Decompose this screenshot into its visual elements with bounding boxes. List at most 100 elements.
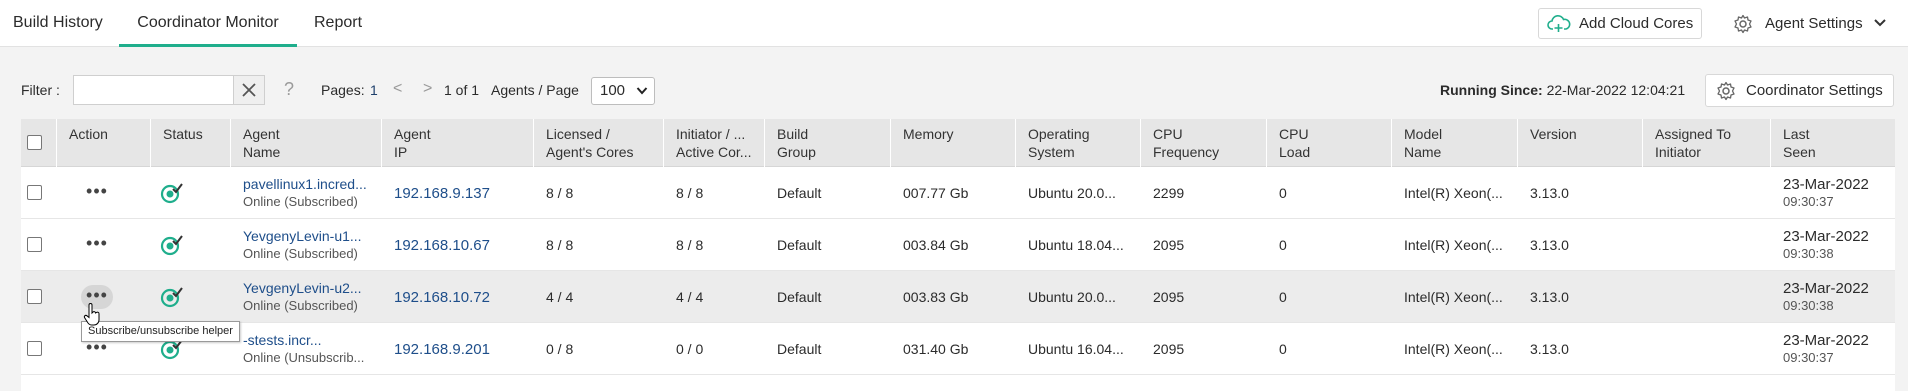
- freq-cell: 2095: [1141, 271, 1267, 323]
- table-row[interactable]: ••• -stests.incr... Online (Unsubscrib... 1…: [21, 323, 1895, 375]
- column-header-action[interactable]: Action: [57, 119, 151, 167]
- initiator-cell: 4 / 4: [664, 271, 765, 323]
- column-header-model-name[interactable]: Model Name: [1392, 119, 1518, 167]
- tab-coordinator-monitor[interactable]: Coordinator Monitor: [119, 0, 297, 47]
- last-seen-cell: 23-Mar-2022 09:30:37: [1771, 323, 1895, 375]
- row-checkbox[interactable]: [27, 237, 42, 252]
- os-cell: Ubuntu 18.04...: [1016, 219, 1141, 271]
- cell-version: 3.13.0: [1530, 289, 1569, 305]
- freq-cell: 2095: [1141, 323, 1267, 375]
- column-header-cpu-load[interactable]: CPU Load: [1267, 119, 1392, 167]
- agent-name-link[interactable]: pavellinux1.incred...: [243, 176, 367, 193]
- column-header-last-seen[interactable]: Last Seen: [1771, 119, 1895, 167]
- table-row[interactable]: ••• YevgenyLevin-u1... Online (Subscribed)…: [21, 219, 1895, 271]
- select-all-checkbox[interactable]: [27, 135, 42, 150]
- os-cell: Ubuntu 20.0...: [1016, 167, 1141, 219]
- column-header-version[interactable]: Version: [1518, 119, 1643, 167]
- coordinator-settings-button[interactable]: Coordinator Settings: [1705, 74, 1894, 107]
- current-page[interactable]: 1: [370, 82, 378, 98]
- column-header-agent-ip[interactable]: Agent IP: [382, 119, 534, 167]
- running-since-value: 22-Mar-2022 12:04:21: [1546, 82, 1686, 98]
- agents-per-page-select[interactable]: 100: [591, 77, 655, 105]
- table-row[interactable]: ••• pavellinux1.incred... Online (Subscrib…: [21, 167, 1895, 219]
- cell-ip[interactable]: 192.168.10.72: [394, 289, 490, 306]
- agent-name-link[interactable]: YevgenyLevin-u1...: [243, 228, 362, 245]
- column-header-initiator-cores[interactable]: Initiator / ... Active Cor...: [664, 119, 765, 167]
- cell-licensed: 8 / 8: [546, 237, 574, 253]
- cell-ip[interactable]: 192.168.9.201: [394, 341, 490, 358]
- add-cloud-cores-label: Add Cloud Cores: [1579, 15, 1694, 32]
- add-cloud-cores-button[interactable]: Add Cloud Cores: [1538, 8, 1702, 39]
- assigned-cell: [1643, 323, 1771, 375]
- row-checkbox[interactable]: [27, 289, 42, 304]
- next-page-button[interactable]: >: [423, 80, 432, 98]
- cell-load: 0: [1279, 289, 1287, 305]
- agent-name-link[interactable]: -stests.incr...: [243, 332, 322, 349]
- cell-version: 3.13.0: [1530, 341, 1569, 357]
- chevron-down-icon: [636, 87, 648, 95]
- ip-cell: 192.168.9.137: [382, 167, 534, 219]
- last-seen-date: 23-Mar-2022: [1783, 176, 1869, 193]
- os-cell: Ubuntu 16.04...: [1016, 323, 1141, 375]
- version-cell: 3.13.0: [1518, 271, 1643, 323]
- column-header-agent-name[interactable]: Agent Name: [231, 119, 382, 167]
- load-cell: 0: [1267, 323, 1392, 375]
- tab-build-history[interactable]: Build History: [13, 0, 103, 47]
- cell-licensed: 0 / 8: [546, 341, 574, 357]
- more-dots-icon[interactable]: •••: [81, 181, 113, 205]
- load-cell: 0: [1267, 167, 1392, 219]
- ip-cell: 192.168.9.201: [382, 323, 534, 375]
- coordinator-settings-label: Coordinator Settings: [1746, 82, 1883, 99]
- licensed-cell: 0 / 8: [534, 323, 664, 375]
- agent-state: Online (Unsubscrib...: [243, 350, 365, 365]
- cell-ip[interactable]: 192.168.9.137: [394, 185, 490, 202]
- agent-name-link[interactable]: YevgenyLevin-u2...: [243, 280, 362, 297]
- row-checkbox[interactable]: [27, 185, 42, 200]
- version-cell: 3.13.0: [1518, 219, 1643, 271]
- column-header-assigned-to-initiator[interactable]: Assigned To Initiator: [1643, 119, 1771, 167]
- column-header-operating-system[interactable]: Operating System: [1016, 119, 1141, 167]
- cell-os: Ubuntu 18.04...: [1028, 237, 1124, 253]
- licensed-cell: 8 / 8: [534, 167, 664, 219]
- cell-memory: 031.40 Gb: [903, 341, 969, 357]
- close-icon: [242, 83, 256, 97]
- model-cell: Intel(R) Xeon(...: [1392, 271, 1518, 323]
- table-header: Action Status Agent Name Agent IP Licens…: [21, 119, 1895, 167]
- cell-licensed: 4 / 4: [546, 289, 574, 305]
- tab-report[interactable]: Report: [314, 0, 362, 47]
- column-header-status[interactable]: Status: [151, 119, 231, 167]
- last-seen-cell: 23-Mar-2022 09:30:38: [1771, 219, 1895, 271]
- column-header-build-group[interactable]: Build Group: [765, 119, 891, 167]
- last-seen-time: 09:30:38: [1783, 298, 1834, 313]
- ip-cell: 192.168.10.72: [382, 271, 534, 323]
- filter-input[interactable]: [73, 75, 233, 105]
- table-row[interactable]: ••• YevgenyLevin-u2... Online (Subscribed)…: [21, 271, 1895, 323]
- status-online-icon: [160, 183, 183, 204]
- cell-ip[interactable]: 192.168.10.67: [394, 237, 490, 254]
- assigned-cell: [1643, 167, 1771, 219]
- cloud-plus-icon: [1547, 15, 1571, 32]
- column-header-memory[interactable]: Memory: [891, 119, 1016, 167]
- agents-per-page-value: 100: [600, 82, 626, 99]
- row-checkbox[interactable]: [27, 341, 42, 356]
- agent-name-cell: YevgenyLevin-u1... Online (Subscribed): [231, 219, 382, 271]
- cell-group: Default: [777, 341, 822, 357]
- top-nav: Build History Coordinator Monitor Report…: [0, 0, 1908, 47]
- help-icon[interactable]: ?: [284, 79, 294, 100]
- previous-page-button[interactable]: <: [393, 80, 402, 98]
- initiator-cell: 8 / 8: [664, 219, 765, 271]
- more-dots-icon[interactable]: •••: [81, 233, 113, 257]
- clear-filter-button[interactable]: [233, 75, 265, 105]
- column-header-licensed-cores[interactable]: Licensed / Agent's Cores: [534, 119, 664, 167]
- column-header-cpu-frequency[interactable]: CPU Frequency: [1141, 119, 1267, 167]
- model-cell: Intel(R) Xeon(...: [1392, 219, 1518, 271]
- os-cell: Ubuntu 20.0...: [1016, 271, 1141, 323]
- header-select-cell: [21, 119, 57, 167]
- version-cell: 3.13.0: [1518, 167, 1643, 219]
- agents-per-page-label: Agents / Page: [491, 82, 579, 98]
- cell-version: 3.13.0: [1530, 237, 1569, 253]
- cell-model: Intel(R) Xeon(...: [1404, 341, 1503, 357]
- cell-freq: 2299: [1153, 185, 1185, 201]
- cell-load: 0: [1279, 341, 1287, 357]
- group-cell: Default: [765, 271, 891, 323]
